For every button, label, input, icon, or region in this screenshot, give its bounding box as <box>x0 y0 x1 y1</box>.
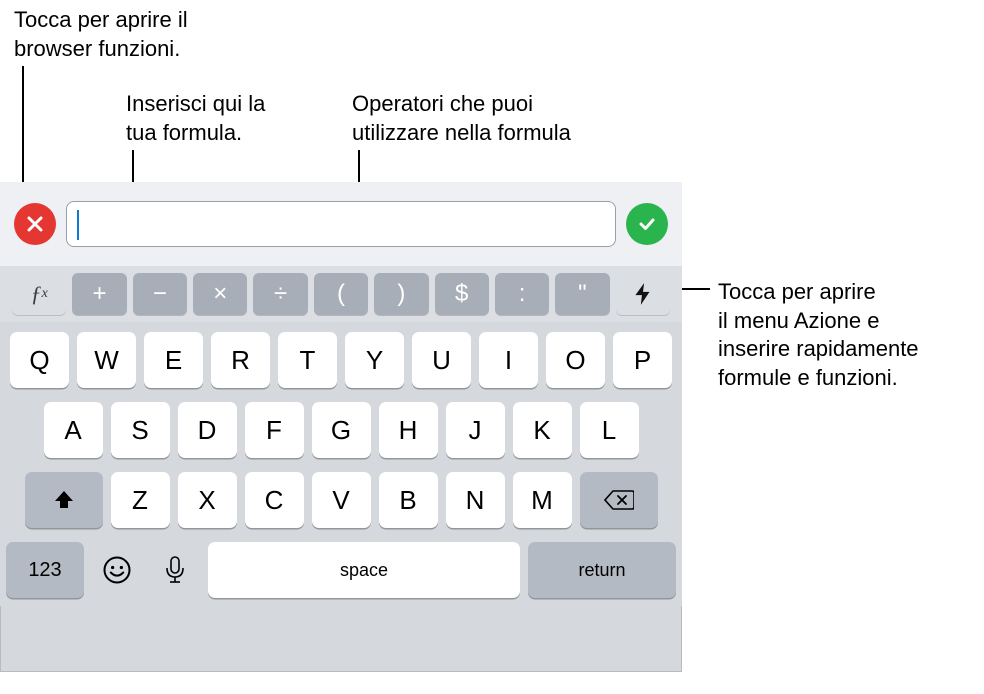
backspace-icon <box>604 489 634 511</box>
operator-divide[interactable]: ÷ <box>253 273 307 315</box>
formula-bar <box>0 182 682 266</box>
keyboard-row-3: Z X C V B N M <box>6 472 676 528</box>
key-e[interactable]: E <box>144 332 203 388</box>
key-n[interactable]: N <box>446 472 505 528</box>
key-g[interactable]: G <box>312 402 371 458</box>
key-p[interactable]: P <box>613 332 672 388</box>
key-k[interactable]: K <box>513 402 572 458</box>
callout-operators: Operatori che puoi utilizzare nella form… <box>352 90 571 147</box>
operator-paren-close[interactable]: ) <box>374 273 428 315</box>
action-menu-button[interactable] <box>616 273 670 315</box>
confirm-button[interactable] <box>626 203 668 245</box>
formula-input[interactable] <box>66 201 616 247</box>
operator-paren-open[interactable]: ( <box>314 273 368 315</box>
key-b[interactable]: B <box>379 472 438 528</box>
key-a[interactable]: A <box>44 402 103 458</box>
key-r[interactable]: R <box>211 332 270 388</box>
cancel-button[interactable] <box>14 203 56 245</box>
keyboard-row-2: A S D F G H J K L <box>6 402 676 458</box>
key-h[interactable]: H <box>379 402 438 458</box>
shift-icon <box>52 488 76 512</box>
key-x[interactable]: X <box>178 472 237 528</box>
key-return[interactable]: return <box>528 542 676 598</box>
key-shift[interactable] <box>25 472 103 528</box>
key-i[interactable]: I <box>479 332 538 388</box>
callout-action-menu: Tocca per aprire il menu Azione e inseri… <box>718 278 919 392</box>
key-j[interactable]: J <box>446 402 505 458</box>
close-icon <box>25 214 45 234</box>
operator-colon[interactable]: : <box>495 273 549 315</box>
key-o[interactable]: O <box>546 332 605 388</box>
text-cursor <box>77 210 79 240</box>
keyboard-row-4: 123 space return <box>6 542 676 598</box>
key-dictation[interactable] <box>150 542 200 598</box>
key-m[interactable]: M <box>513 472 572 528</box>
key-l[interactable]: L <box>580 402 639 458</box>
microphone-icon <box>164 555 186 585</box>
formula-keyboard-panel: ƒx + − × ÷ ( ) $ : " Q W E R T Y U I O P… <box>0 182 682 672</box>
functions-browser-button[interactable]: ƒx <box>12 273 66 315</box>
operator-multiply[interactable]: × <box>193 273 247 315</box>
key-space[interactable]: space <box>208 542 520 598</box>
key-z[interactable]: Z <box>111 472 170 528</box>
key-c[interactable]: C <box>245 472 304 528</box>
key-w[interactable]: W <box>77 332 136 388</box>
key-s[interactable]: S <box>111 402 170 458</box>
key-emoji[interactable] <box>92 542 142 598</box>
key-backspace[interactable] <box>580 472 658 528</box>
key-f[interactable]: F <box>245 402 304 458</box>
key-u[interactable]: U <box>412 332 471 388</box>
operator-quote[interactable]: " <box>555 273 609 315</box>
callout-formula-input: Inserisci qui la tua formula. <box>126 90 265 147</box>
callout-functions-browser: Tocca per aprire il browser funzioni. <box>14 6 188 63</box>
key-numeric[interactable]: 123 <box>6 542 84 598</box>
operator-row: ƒx + − × ÷ ( ) $ : " <box>0 266 682 322</box>
key-d[interactable]: D <box>178 402 237 458</box>
operator-dollar[interactable]: $ <box>435 273 489 315</box>
operator-minus[interactable]: − <box>133 273 187 315</box>
keyboard: Q W E R T Y U I O P A S D F G H J K L Z <box>0 322 682 606</box>
operator-plus[interactable]: + <box>72 273 126 315</box>
keyboard-row-1: Q W E R T Y U I O P <box>6 332 676 388</box>
lightning-icon <box>630 281 656 307</box>
check-icon <box>637 214 657 234</box>
emoji-icon <box>102 555 132 585</box>
key-q[interactable]: Q <box>10 332 69 388</box>
key-v[interactable]: V <box>312 472 371 528</box>
key-t[interactable]: T <box>278 332 337 388</box>
key-y[interactable]: Y <box>345 332 404 388</box>
